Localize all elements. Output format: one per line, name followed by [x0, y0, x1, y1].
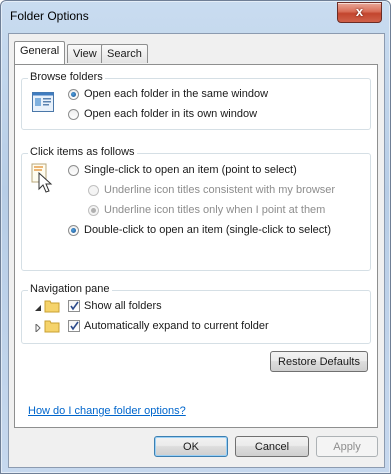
collapsed-arrow-icon — [34, 322, 42, 335]
folder-icon — [44, 319, 60, 336]
general-tab-panel: Browse folders Open each folder in the s… — [14, 64, 378, 428]
own-window-label[interactable]: Open each folder in its own window — [84, 108, 257, 120]
click-items-heading: Click items as follows — [28, 146, 137, 158]
browse-folders-heading: Browse folders — [28, 71, 105, 83]
underline-point-radio[interactable] — [88, 205, 99, 216]
click-items-group: Click items as follows Single-click to o… — [21, 146, 371, 271]
help-link[interactable]: How do I change folder options? — [28, 405, 186, 417]
close-icon: x — [355, 4, 364, 19]
window-pane-icon — [32, 92, 54, 115]
single-click-label[interactable]: Single-click to open an item (point to s… — [84, 164, 297, 176]
expanded-arrow-icon — [34, 303, 42, 315]
double-click-radio[interactable] — [68, 225, 79, 236]
ok-button[interactable]: OK — [154, 436, 228, 457]
cancel-button[interactable]: Cancel — [235, 436, 309, 457]
tab-search[interactable]: Search — [101, 44, 148, 63]
restore-defaults-button[interactable]: Restore Defaults — [270, 351, 368, 372]
underline-point-label: Underline icon titles only when I point … — [104, 204, 326, 216]
tab-view[interactable]: View — [67, 44, 103, 63]
window-title: Folder Options — [10, 9, 89, 23]
close-button[interactable]: x — [337, 2, 382, 23]
folder-options-window: Folder Options x General View Search Bro… — [0, 0, 391, 474]
same-window-label[interactable]: Open each folder in the same window — [84, 88, 268, 100]
navigation-pane-group: Navigation pane Show all folders Automat… — [21, 283, 371, 344]
dialog-body: General View Search Browse folders Open … — [8, 33, 385, 468]
apply-button[interactable]: Apply — [316, 436, 378, 457]
auto-expand-checkbox[interactable] — [68, 320, 80, 332]
show-all-folders-label[interactable]: Show all folders — [84, 300, 162, 312]
own-window-radio[interactable] — [68, 109, 79, 120]
underline-browser-label: Underline icon titles consistent with my… — [104, 184, 336, 196]
auto-expand-label[interactable]: Automatically expand to current folder — [84, 320, 269, 332]
browse-folders-group: Browse folders Open each folder in the s… — [21, 71, 371, 130]
double-click-label[interactable]: Double-click to open an item (single-cli… — [84, 224, 331, 236]
navigation-pane-heading: Navigation pane — [28, 283, 112, 295]
show-all-folders-checkbox[interactable] — [68, 300, 80, 312]
tab-general[interactable]: General — [14, 41, 66, 64]
same-window-radio[interactable] — [68, 89, 79, 100]
folder-icon — [44, 299, 60, 316]
title-bar[interactable]: Folder Options x — [1, 1, 390, 33]
pointer-click-icon — [30, 163, 56, 198]
single-click-radio[interactable] — [68, 165, 79, 176]
underline-browser-radio[interactable] — [88, 185, 99, 196]
